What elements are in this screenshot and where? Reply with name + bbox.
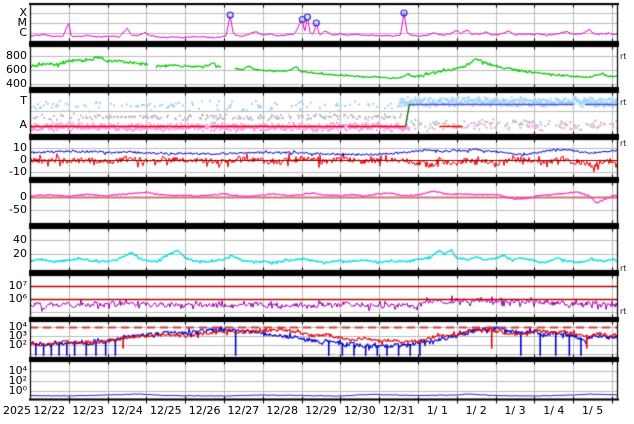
y-axis-label: 20 <box>0 247 27 260</box>
x-axis-date-label: 12/25 <box>150 404 182 417</box>
panel-low-energy-flux <box>30 361 618 400</box>
panel-dst-index <box>30 182 618 224</box>
space-weather-multipanel-chart: 2025 XMC800600400TA100-100-50402010⁷10⁶1… <box>0 0 634 424</box>
y-axis-label: 40 <box>0 233 27 246</box>
x-axis-date-label: 1/ 5 <box>582 404 603 417</box>
y-axis-label: 10⁶ <box>0 292 27 305</box>
realtime-data-tag: rt <box>620 139 626 148</box>
x-axis-date-label: 12/24 <box>111 404 143 417</box>
y-axis-label: 10⁷ <box>0 279 27 292</box>
x-axis-date-label: 1/ 1 <box>427 404 448 417</box>
y-axis-label: 800 <box>0 49 27 62</box>
x-axis-date-label: 12/30 <box>344 404 376 417</box>
panel-solar-wind-speed <box>30 46 618 88</box>
y-axis-label: 10⁰ <box>0 384 27 397</box>
y-axis-label: 10² <box>0 338 27 351</box>
realtime-data-tag: rt <box>620 264 626 273</box>
realtime-data-tag: rt <box>620 52 626 61</box>
panel-mid-energy-flux <box>30 321 618 358</box>
panel-t-a-scatter <box>30 92 618 135</box>
x-axis-date-label: 12/28 <box>266 404 298 417</box>
y-axis-label: -10 <box>0 165 27 178</box>
y-axis-label: 0 <box>0 190 27 203</box>
x-axis-date-label: 12/22 <box>34 404 66 417</box>
x-axis-date-label: 12/31 <box>383 404 415 417</box>
x-axis-date-label: 1/ 3 <box>504 404 525 417</box>
realtime-data-tag: rt <box>620 98 626 107</box>
y-axis-label: A <box>0 118 27 131</box>
x-axis-date-label: 12/29 <box>305 404 337 417</box>
realtime-data-tag: rt <box>620 307 626 316</box>
y-axis-label: T <box>0 94 27 107</box>
y-axis-label: -50 <box>0 203 27 216</box>
x-axis-date-label: 12/26 <box>189 404 221 417</box>
x-axis-date-label: 1/ 2 <box>466 404 487 417</box>
y-axis-label: 400 <box>0 77 27 90</box>
y-axis-label: 600 <box>0 63 27 76</box>
panel-imf-bfield <box>30 139 618 178</box>
x-axis-date-label: 12/23 <box>72 404 104 417</box>
panel-proton-density <box>30 228 618 271</box>
panel-high-energy-flux <box>30 275 618 318</box>
x-axis-year-label: 2025 <box>3 404 31 417</box>
y-axis-label: C <box>0 26 27 39</box>
x-axis-date-label: 12/27 <box>228 404 260 417</box>
x-axis-date-label: 1/ 4 <box>543 404 564 417</box>
panel-xray-flux <box>30 4 618 42</box>
